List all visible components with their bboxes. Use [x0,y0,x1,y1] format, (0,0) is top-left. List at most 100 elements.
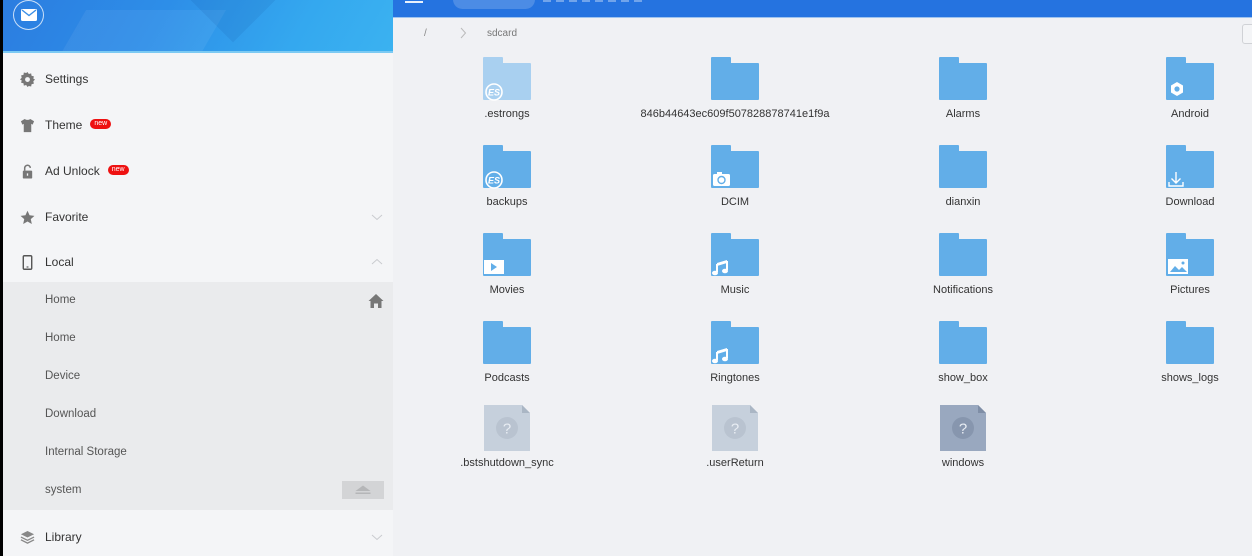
file-name: windows [941,457,985,469]
sidebar-item-local[interactable]: Local [3,239,393,285]
file-name: backups [486,196,528,208]
file-name: Download [1165,196,1215,208]
local-item-download[interactable]: Download [3,396,393,434]
home-icon[interactable] [368,293,384,309]
folder-item[interactable]: shows_logs [1090,320,1252,400]
svg-text:ES: ES [488,88,500,98]
play-icon [484,260,504,274]
file-item[interactable]: ? .userReturn [635,405,835,485]
folder-item[interactable]: Movies [407,232,607,312]
folder-icon [938,232,988,278]
folder-icon [938,144,988,190]
sidebar-item-label: Settings [45,72,89,86]
folder-item[interactable]: Pictures [1090,232,1252,312]
file-name: Android [1171,108,1209,120]
folder-item[interactable]: Download [1090,144,1252,224]
breadcrumb-current[interactable]: sdcard [487,28,517,39]
folder-item[interactable]: Alarms [863,56,1063,136]
sidebar-item-label: Library [45,530,82,544]
sidebar-item-label: Local [45,255,74,269]
sidebar-item-label: Theme [45,118,83,132]
sidebar-item-settings[interactable]: Settings [3,56,393,102]
file-name: DCIM [720,196,750,208]
local-item-label: system [45,484,82,496]
file-name: shows_logs [1161,372,1219,384]
folder-item[interactable]: Notifications [863,232,1063,312]
unlock-icon [19,163,35,179]
unknown-file-icon: ? [482,405,532,451]
folder-item[interactable]: Podcasts [407,320,607,400]
sidebar-item-library[interactable]: Library [3,514,393,556]
folder-icon [1165,320,1215,366]
file-name: Pictures [1170,284,1210,296]
star-icon [19,209,35,225]
svg-text:?: ? [731,421,739,438]
folder-item[interactable]: ES .estrongs [407,56,607,136]
navigation-drawer: Settings Theme new Ad Unlock new Favorite [0,0,393,556]
file-name: Music [720,284,750,296]
file-name: Movies [489,284,525,296]
chevron-down-icon[interactable] [371,531,383,543]
local-item-home-2[interactable]: Home [3,320,393,358]
folder-item[interactable]: ES backups [407,144,607,224]
toolbar [393,0,1252,18]
folder-item[interactable]: Android [1090,56,1252,136]
folder-icon [938,56,988,102]
sidebar-item-favorite[interactable]: Favorite [3,194,393,240]
file-name: Notifications [933,284,993,296]
hamburger-menu-icon[interactable] [405,1,423,4]
local-item-label: Device [45,370,81,382]
local-item-internal-storage[interactable]: Internal Storage [3,434,393,472]
local-item-device[interactable]: Device [3,358,393,396]
file-item[interactable]: ? windows [863,405,1063,485]
file-name: 846b44643ec609f507828878741e1f9a [640,108,830,120]
svg-text:ES: ES [488,176,500,186]
folder-icon [710,144,760,190]
sidebar-item-label: Favorite [45,210,89,224]
folder-icon [1165,144,1215,190]
tshirt-icon [19,117,35,133]
breadcrumb-root[interactable]: / [424,28,427,39]
sidebar-item-theme[interactable]: Theme new [3,102,393,148]
folder-icon [710,320,760,366]
mail-button[interactable] [13,0,44,30]
chevron-up-icon[interactable] [371,256,383,268]
file-grid: ES .estrongs 846b44643ec609f507828878741e1… [393,50,1252,556]
breadcrumb: / sdcard [393,19,1252,49]
folder-icon [710,56,760,102]
gear-icon [19,71,35,87]
folder-item[interactable]: Ringtones [635,320,835,400]
folder-icon [482,320,532,366]
local-item-label: Internal Storage [45,446,127,458]
folder-icon: ES [482,56,532,102]
sidebar-item-ad-unlock[interactable]: Ad Unlock new [3,148,393,194]
svg-text:?: ? [959,421,967,438]
local-submenu: Home Home Device Download Internal Stora… [3,282,393,510]
local-item-system[interactable]: system [3,472,393,510]
folder-item[interactable]: Music [635,232,835,312]
drawer-header [3,0,393,53]
eject-button[interactable] [342,481,384,499]
phone-icon [19,254,35,270]
mail-icon [20,9,37,21]
folder-item[interactable]: dianxin [863,144,1063,224]
eject-icon [355,485,371,494]
file-name: dianxin [945,196,981,208]
local-item-label: Home [45,294,76,306]
chevron-down-icon[interactable] [371,211,383,223]
local-item-home[interactable]: Home [3,282,393,320]
file-name: Alarms [945,108,981,120]
picture-icon [1168,259,1188,274]
layers-icon [19,529,35,545]
folder-item[interactable]: show_box [863,320,1063,400]
file-name: Podcasts [484,372,530,384]
folder-item[interactable]: DCIM [635,144,835,224]
tab-sdcard[interactable] [453,0,535,9]
svg-text:?: ? [503,421,511,438]
folder-item[interactable]: 846b44643ec609f507828878741e1f9a [635,56,835,136]
breadcrumb-action-button[interactable] [1242,24,1252,44]
chevron-right-icon [460,27,467,39]
sidebar-item-label: Ad Unlock [45,164,100,178]
file-item[interactable]: ? .bstshutdown_sync [407,405,607,485]
app-window: Settings Theme new Ad Unlock new Favorite [0,0,1252,556]
